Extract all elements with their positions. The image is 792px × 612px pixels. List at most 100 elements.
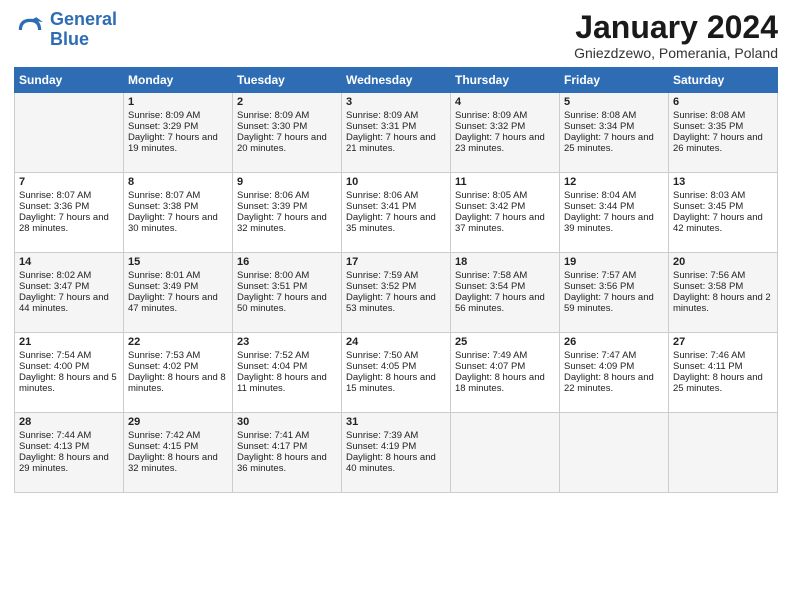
day-number: 20 xyxy=(673,256,773,268)
table-row: 28Sunrise: 7:44 AMSunset: 4:13 PMDayligh… xyxy=(15,413,124,493)
calendar-subtitle: Gniezdzewo, Pomerania, Poland xyxy=(574,45,778,61)
daylight-text: Daylight: 7 hours and 37 minutes. xyxy=(455,212,555,234)
sunset-text: Sunset: 3:56 PM xyxy=(564,281,664,292)
sunrise-text: Sunrise: 7:56 AM xyxy=(673,270,773,281)
sunset-text: Sunset: 3:39 PM xyxy=(237,201,337,212)
sunrise-text: Sunrise: 8:08 AM xyxy=(564,110,664,121)
day-number: 13 xyxy=(673,176,773,188)
sunrise-text: Sunrise: 8:06 AM xyxy=(346,190,446,201)
logo-line1: General xyxy=(50,9,117,29)
day-number: 10 xyxy=(346,176,446,188)
logo-line2: Blue xyxy=(50,29,89,49)
sunset-text: Sunset: 3:45 PM xyxy=(673,201,773,212)
daylight-text: Daylight: 7 hours and 47 minutes. xyxy=(128,292,228,314)
daylight-text: Daylight: 7 hours and 35 minutes. xyxy=(346,212,446,234)
day-number: 25 xyxy=(455,336,555,348)
daylight-text: Daylight: 8 hours and 25 minutes. xyxy=(673,372,773,394)
daylight-text: Daylight: 7 hours and 56 minutes. xyxy=(455,292,555,314)
daylight-text: Daylight: 7 hours and 26 minutes. xyxy=(673,132,773,154)
table-row: 18Sunrise: 7:58 AMSunset: 3:54 PMDayligh… xyxy=(451,253,560,333)
sunrise-text: Sunrise: 7:47 AM xyxy=(564,350,664,361)
sunset-text: Sunset: 3:42 PM xyxy=(455,201,555,212)
sunset-text: Sunset: 3:35 PM xyxy=(673,121,773,132)
sunrise-text: Sunrise: 8:06 AM xyxy=(237,190,337,201)
table-row: 3Sunrise: 8:09 AMSunset: 3:31 PMDaylight… xyxy=(342,93,451,173)
table-row: 6Sunrise: 8:08 AMSunset: 3:35 PMDaylight… xyxy=(669,93,778,173)
table-row: 1Sunrise: 8:09 AMSunset: 3:29 PMDaylight… xyxy=(124,93,233,173)
sunrise-text: Sunrise: 8:07 AM xyxy=(128,190,228,201)
title-block: January 2024 Gniezdzewo, Pomerania, Pola… xyxy=(574,10,778,61)
daylight-text: Daylight: 8 hours and 15 minutes. xyxy=(346,372,446,394)
daylight-text: Daylight: 7 hours and 20 minutes. xyxy=(237,132,337,154)
daylight-text: Daylight: 8 hours and 11 minutes. xyxy=(237,372,337,394)
day-number: 8 xyxy=(128,176,228,188)
sunrise-text: Sunrise: 8:09 AM xyxy=(237,110,337,121)
table-row: 14Sunrise: 8:02 AMSunset: 3:47 PMDayligh… xyxy=(15,253,124,333)
sunrise-text: Sunrise: 8:04 AM xyxy=(564,190,664,201)
daylight-text: Daylight: 8 hours and 29 minutes. xyxy=(19,452,119,474)
daylight-text: Daylight: 7 hours and 32 minutes. xyxy=(237,212,337,234)
daylight-text: Daylight: 7 hours and 19 minutes. xyxy=(128,132,228,154)
table-row xyxy=(451,413,560,493)
sunrise-text: Sunrise: 7:50 AM xyxy=(346,350,446,361)
day-number: 30 xyxy=(237,416,337,428)
sunrise-text: Sunrise: 8:05 AM xyxy=(455,190,555,201)
daylight-text: Daylight: 8 hours and 36 minutes. xyxy=(237,452,337,474)
day-number: 16 xyxy=(237,256,337,268)
table-row xyxy=(15,93,124,173)
sunset-text: Sunset: 3:51 PM xyxy=(237,281,337,292)
header-friday: Friday xyxy=(560,68,669,93)
table-row: 25Sunrise: 7:49 AMSunset: 4:07 PMDayligh… xyxy=(451,333,560,413)
day-number: 28 xyxy=(19,416,119,428)
sunset-text: Sunset: 3:52 PM xyxy=(346,281,446,292)
day-number: 15 xyxy=(128,256,228,268)
calendar-title: January 2024 xyxy=(574,10,778,45)
sunrise-text: Sunrise: 8:09 AM xyxy=(455,110,555,121)
day-number: 14 xyxy=(19,256,119,268)
calendar-header-row: Sunday Monday Tuesday Wednesday Thursday… xyxy=(15,68,778,93)
sunset-text: Sunset: 3:44 PM xyxy=(564,201,664,212)
daylight-text: Daylight: 8 hours and 40 minutes. xyxy=(346,452,446,474)
sunrise-text: Sunrise: 8:09 AM xyxy=(128,110,228,121)
daylight-text: Daylight: 8 hours and 22 minutes. xyxy=(564,372,664,394)
table-row: 10Sunrise: 8:06 AMSunset: 3:41 PMDayligh… xyxy=(342,173,451,253)
daylight-text: Daylight: 7 hours and 50 minutes. xyxy=(237,292,337,314)
logo-text: General Blue xyxy=(50,10,117,50)
sunset-text: Sunset: 3:58 PM xyxy=(673,281,773,292)
table-row: 19Sunrise: 7:57 AMSunset: 3:56 PMDayligh… xyxy=(560,253,669,333)
header-thursday: Thursday xyxy=(451,68,560,93)
sunset-text: Sunset: 3:49 PM xyxy=(128,281,228,292)
day-number: 12 xyxy=(564,176,664,188)
daylight-text: Daylight: 7 hours and 42 minutes. xyxy=(673,212,773,234)
day-number: 19 xyxy=(564,256,664,268)
table-row: 20Sunrise: 7:56 AMSunset: 3:58 PMDayligh… xyxy=(669,253,778,333)
sunset-text: Sunset: 4:04 PM xyxy=(237,361,337,372)
table-row: 24Sunrise: 7:50 AMSunset: 4:05 PMDayligh… xyxy=(342,333,451,413)
daylight-text: Daylight: 8 hours and 8 minutes. xyxy=(128,372,228,394)
sunset-text: Sunset: 3:38 PM xyxy=(128,201,228,212)
header-tuesday: Tuesday xyxy=(233,68,342,93)
sunrise-text: Sunrise: 7:54 AM xyxy=(19,350,119,361)
calendar-table: Sunday Monday Tuesday Wednesday Thursday… xyxy=(14,67,778,493)
table-row xyxy=(560,413,669,493)
daylight-text: Daylight: 8 hours and 18 minutes. xyxy=(455,372,555,394)
daylight-text: Daylight: 7 hours and 25 minutes. xyxy=(564,132,664,154)
sunset-text: Sunset: 3:30 PM xyxy=(237,121,337,132)
day-number: 31 xyxy=(346,416,446,428)
sunrise-text: Sunrise: 7:59 AM xyxy=(346,270,446,281)
sunrise-text: Sunrise: 8:03 AM xyxy=(673,190,773,201)
sunset-text: Sunset: 4:11 PM xyxy=(673,361,773,372)
header-wednesday: Wednesday xyxy=(342,68,451,93)
day-number: 2 xyxy=(237,96,337,108)
sunset-text: Sunset: 4:09 PM xyxy=(564,361,664,372)
sunset-text: Sunset: 3:31 PM xyxy=(346,121,446,132)
sunrise-text: Sunrise: 7:52 AM xyxy=(237,350,337,361)
day-number: 26 xyxy=(564,336,664,348)
sunset-text: Sunset: 3:32 PM xyxy=(455,121,555,132)
day-number: 23 xyxy=(237,336,337,348)
table-row: 29Sunrise: 7:42 AMSunset: 4:15 PMDayligh… xyxy=(124,413,233,493)
table-row: 9Sunrise: 8:06 AMSunset: 3:39 PMDaylight… xyxy=(233,173,342,253)
table-row: 17Sunrise: 7:59 AMSunset: 3:52 PMDayligh… xyxy=(342,253,451,333)
sunrise-text: Sunrise: 7:46 AM xyxy=(673,350,773,361)
table-row: 23 Sunrise: 7:52 AMSunset: 4:04 PMDayligh… xyxy=(233,333,342,413)
